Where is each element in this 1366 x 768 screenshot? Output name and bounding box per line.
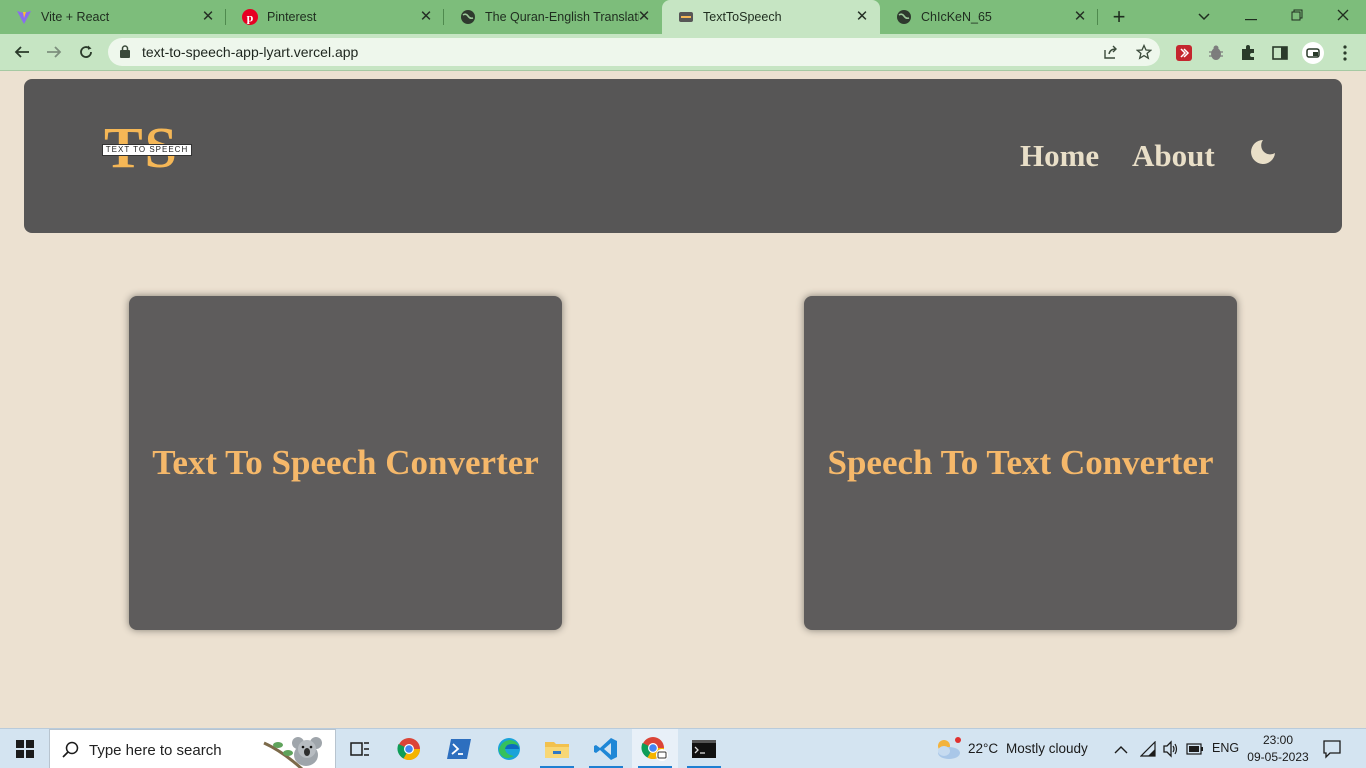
browser-tab-strip: Vite + React ✕ p Pinterest ✕ The Quran-E… [0,0,1366,34]
powershell-icon[interactable] [436,729,482,768]
site-icon [678,9,694,25]
site-logo[interactable]: TS TEXT TO SPEECH [102,119,194,179]
back-icon[interactable] [8,38,36,66]
tab-title: ChIcKeN_65 [921,10,992,24]
pinterest-icon: p [242,9,258,25]
svg-text:p: p [247,11,254,25]
nav-about-link[interactable]: About [1132,138,1215,174]
restore-button[interactable] [1274,0,1320,34]
new-tab-button[interactable]: + [1108,5,1130,29]
logo-tagline: TEXT TO SPEECH [102,144,192,156]
address-bar[interactable]: text-to-speech-app-lyart.vercel.app [108,38,1160,66]
battery-icon[interactable] [1186,742,1204,760]
clock-time: 23:00 [1262,733,1294,747]
close-tab-icon[interactable]: ✕ [418,9,434,25]
clock-date: 09-05-2023 [1247,750,1309,764]
search-placeholder: Type here to search [89,742,222,759]
tab-search-chevron-icon[interactable] [1181,0,1227,34]
weather-condition[interactable]: Mostly cloudy [1006,741,1088,756]
bookmark-star-icon[interactable] [1135,43,1153,61]
wifi-icon[interactable] [1139,740,1156,762]
taskbar-search-input[interactable]: Type here to search [49,729,336,768]
tab-chicken[interactable]: ChIcKeN_65 ✕ [880,0,1098,34]
tab-title: TextToSpeech [703,10,782,24]
reload-icon[interactable] [72,38,100,66]
show-hidden-icons-chevron-icon[interactable] [1114,742,1128,760]
file-explorer-icon[interactable] [534,729,580,768]
url-text: text-to-speech-app-lyart.vercel.app [142,44,359,60]
koala-illustration-icon [262,731,328,768]
terminal-icon[interactable] [681,729,727,768]
input-language[interactable]: ENG [1212,741,1239,755]
speech-to-text-card[interactable]: Speech To Text Converter [804,296,1237,630]
tab-title: Vite + React [41,10,110,24]
close-tab-icon[interactable]: ✕ [636,9,652,25]
site-header: TS TEXT TO SPEECH Home About [24,79,1342,233]
volume-icon[interactable] [1162,740,1180,763]
lock-icon[interactable] [120,45,130,63]
notifications-icon[interactable] [1322,739,1342,764]
tab-texttospeech[interactable]: TextToSpeech ✕ [662,0,880,34]
tab-title: Pinterest [267,10,317,24]
vscode-icon[interactable] [583,729,629,768]
minimize-button[interactable] [1228,0,1274,34]
card-title: Text To Speech Converter [152,443,539,482]
card-title: Speech To Text Converter [827,443,1214,482]
tab-title: The Quran-English Translatio [485,10,639,24]
browser-toolbar: text-to-speech-app-lyart.vercel.app [0,34,1366,71]
profile-avatar-icon[interactable] [1302,42,1324,64]
chrome-active-window-icon[interactable] [632,729,678,768]
close-tab-icon[interactable]: ✕ [854,9,870,25]
share-icon[interactable] [1102,43,1120,61]
bug-extension-icon[interactable] [1205,42,1227,64]
tab-quran-translation[interactable]: The Quran-English Translatio ✕ [444,0,662,34]
extensions-puzzle-icon[interactable] [1237,42,1259,64]
globe-icon [460,9,476,25]
system-clock[interactable]: 23:00 09-05-2023 [1240,732,1316,766]
windows-start-icon[interactable] [2,729,48,768]
weather-temperature[interactable]: 22°C [968,741,998,756]
extension-red-icon[interactable] [1173,42,1195,64]
browser-menu-icon[interactable] [1334,42,1356,64]
weather-cloudy-icon[interactable] [934,736,962,767]
tab-pinterest[interactable]: p Pinterest ✕ [226,0,444,34]
edge-icon[interactable] [486,729,532,768]
globe-icon [896,9,912,25]
vite-icon [16,9,32,25]
close-window-button[interactable] [1320,0,1366,34]
close-tab-icon[interactable]: ✕ [1072,9,1088,25]
close-tab-icon[interactable]: ✕ [200,9,216,25]
text-to-speech-card[interactable]: Text To Speech Converter [129,296,562,630]
task-view-icon[interactable] [337,729,383,768]
tab-vite-react[interactable]: Vite + React ✕ [0,0,226,34]
chrome-icon[interactable] [386,729,432,768]
search-icon [62,741,80,764]
nav-home-link[interactable]: Home [1020,138,1099,174]
side-panel-icon[interactable] [1269,42,1291,64]
moon-icon[interactable] [1249,138,1277,166]
forward-icon[interactable] [40,38,68,66]
taskbar: Type here to search 22°C Mostly cloudy E… [0,728,1366,768]
